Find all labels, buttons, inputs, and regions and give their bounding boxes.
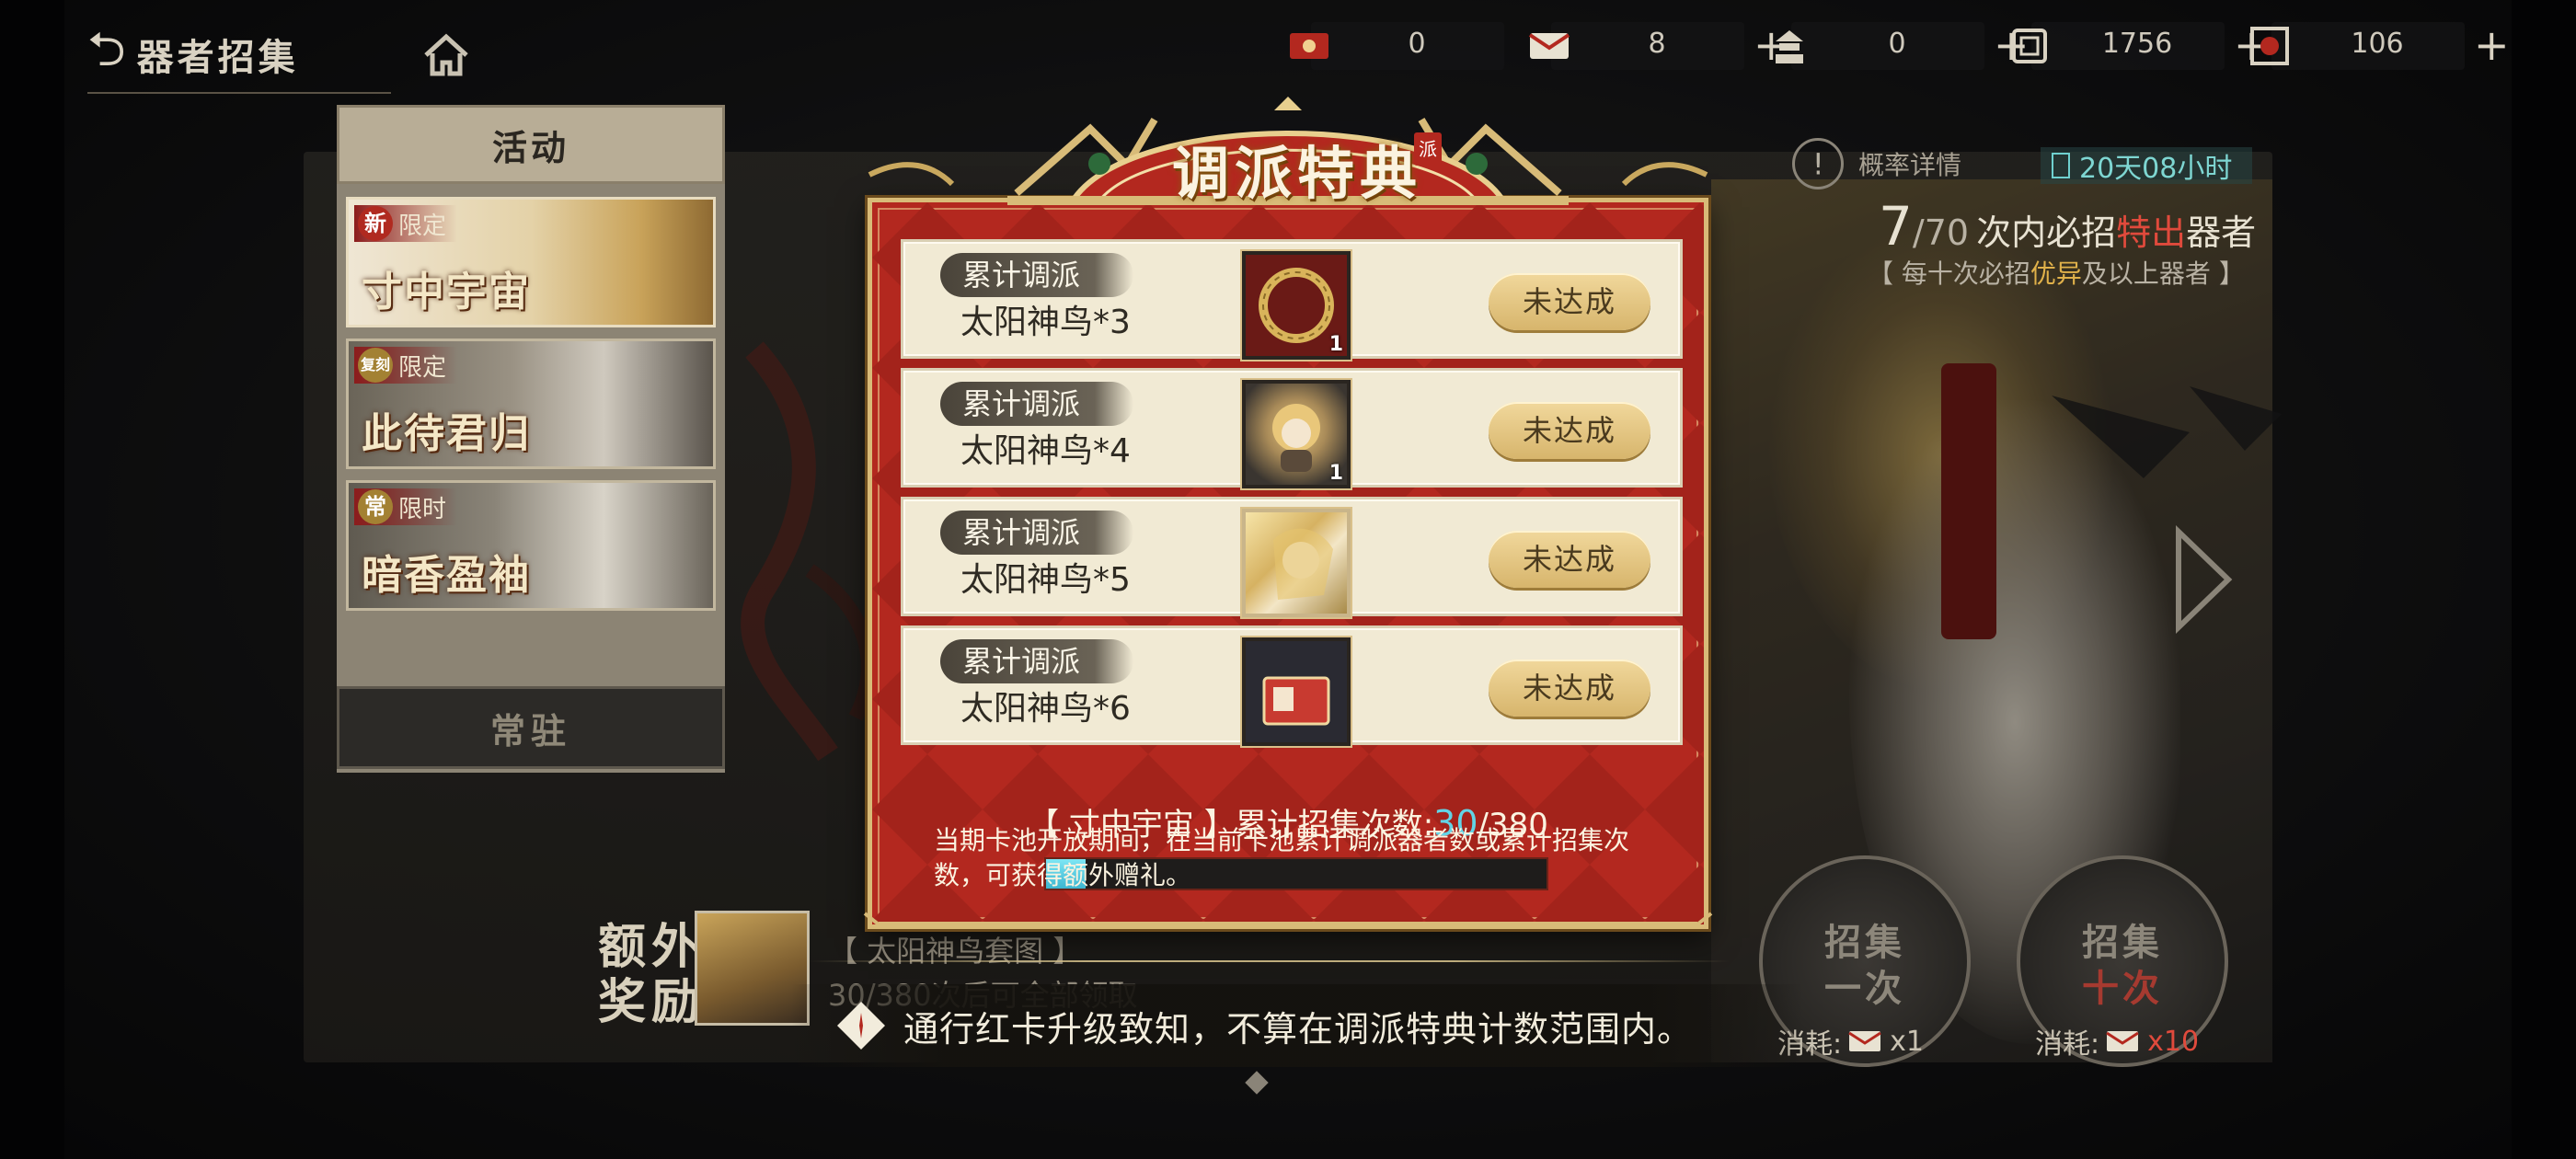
currency-seal-coin: 1756 +: [2004, 18, 2270, 74]
character-portrait-icon: [1273, 528, 1333, 600]
banner-name: 寸中宇宙: [362, 269, 531, 316]
modal-title: 调派特典: [1171, 140, 1422, 207]
pagoda-token-icon: [1764, 20, 1815, 72]
back-arrow-icon: ⮌: [87, 21, 126, 77]
reward-condition: 太阳神鸟*6: [960, 690, 1131, 728]
page-title: 器者招集: [136, 36, 299, 79]
pity-subtext: 【 每十次必招优异及以上器者 】: [1868, 258, 2245, 289]
reward-list[interactable]: 累计调派 太阳神鸟*3 1 未达成 累计调派 太阳神鸟*4 1 未达成 累计调派…: [901, 239, 1683, 809]
currency-value: 0: [1408, 28, 1426, 60]
crystal-icon: [2244, 20, 2295, 72]
reward-row: 累计调派 太阳神鸟*5 未达成: [901, 497, 1683, 617]
pity-total: 70: [1924, 212, 1970, 253]
reward-type-chip: 累计调派: [940, 511, 1133, 555]
reward-condition: 太阳神鸟*4: [960, 432, 1131, 470]
home-icon[interactable]: [419, 28, 474, 83]
modal-bottom-ornament: [863, 912, 1713, 927]
notice-star-icon: [835, 1000, 887, 1051]
status-not-reached-button[interactable]: 未达成: [1489, 660, 1650, 717]
seal-coin-icon: [2004, 20, 2055, 72]
banner-tag: 新限定: [354, 205, 458, 242]
currency-pagoda-token: 0 +: [1764, 18, 2030, 74]
reward-item-chibi[interactable]: 1: [1242, 380, 1351, 488]
envelope-ticket-icon: [1524, 20, 1575, 72]
permanent-seal-icon: 常: [358, 489, 393, 524]
banner-tag: 复刻 限定: [354, 347, 458, 384]
event-banner-list: 新限定 寸中宇宙 复刻 限定 此待君归 常限时 暗香盈袖: [337, 184, 725, 773]
currency-crystal: 106 +: [2244, 18, 2510, 74]
currency-envelope-ticket: 8 +: [1524, 18, 1789, 74]
banner-item-selected[interactable]: 新限定 寸中宇宙: [346, 197, 716, 327]
currency-value: 106: [2351, 28, 2404, 60]
banner-item[interactable]: 常限时 暗香盈袖: [346, 480, 716, 611]
envelope-ticket-icon: [2106, 1031, 2139, 1051]
event-timer: 20天08小时: [2041, 147, 2252, 185]
reward-condition: 太阳神鸟*3: [960, 304, 1131, 341]
reward-row: 累计调派 太阳神鸟*3 1 未达成: [901, 239, 1683, 360]
title-stamp: 派: [1414, 132, 1442, 166]
reward-row: 累计调派 太阳神鸟*4 1 未达成: [901, 368, 1683, 488]
reward-type-chip: 累计调派: [940, 382, 1133, 426]
envelope-ticket-icon: [1848, 1031, 1881, 1051]
pull-ten-cost: 消耗: x10: [2035, 1025, 2200, 1061]
banner-tag: 常限时: [354, 488, 458, 525]
timer-value: 20天08小时: [2079, 153, 2233, 185]
dispatch-bonus-modal: 调派特典 派 累计调派 太阳神鸟*3 1 未达成 累计调派 太阳神鸟*4 1 未…: [851, 92, 1725, 947]
hourglass-icon: [2052, 153, 2070, 178]
extra-reward-label: 额外 奖励: [598, 919, 706, 1030]
id-card-icon: [1262, 676, 1330, 726]
reward-item-portrait[interactable]: [1242, 509, 1351, 617]
currency-red-ticket: 0: [1283, 18, 1504, 74]
rate-details-link[interactable]: ! 概率详情: [1781, 127, 1962, 201]
rate-details-label: 概率详情: [1858, 150, 1962, 180]
tab-event[interactable]: 活动: [337, 105, 725, 184]
status-not-reached-button[interactable]: 未达成: [1489, 273, 1650, 330]
reward-row: 累计调派 太阳神鸟*6 未达成: [901, 625, 1683, 746]
banner-sidebar: 活动 新限定 寸中宇宙 复刻 限定 此待君归 常限时 暗香盈袖 常驻: [337, 105, 725, 786]
back-button[interactable]: ⮌ 器者招集: [87, 17, 391, 94]
tab-permanent-label: 常驻: [489, 709, 571, 752]
tab-permanent[interactable]: 常驻: [337, 686, 725, 769]
new-seal-icon: 新: [358, 206, 393, 241]
pity-current: 7: [1879, 195, 1913, 258]
toast-text: 通行红卡升级致知，不算在调派特典计数范围内。: [903, 1008, 1694, 1050]
currency-value: 8: [1648, 28, 1666, 60]
banner-name: 暗香盈袖: [362, 552, 531, 599]
next-banner-arrow-icon[interactable]: [2171, 524, 2236, 635]
divider: [810, 960, 1730, 962]
currency-value: 1756: [2101, 28, 2173, 60]
pity-counter: 7 /70 次内必招特出器者: [1879, 195, 2257, 258]
reward-condition: 太阳神鸟*5: [960, 561, 1131, 599]
reward-item-card[interactable]: [1242, 637, 1351, 746]
currency-value: 0: [1888, 28, 1906, 60]
exclamation-icon: !: [1781, 127, 1855, 201]
banner-item[interactable]: 复刻 限定 此待君归: [346, 339, 716, 469]
status-not-reached-button[interactable]: 未达成: [1489, 402, 1650, 459]
reward-type-chip: 累计调派: [940, 253, 1133, 297]
reward-type-chip: 累计调派: [940, 639, 1133, 683]
modal-description: 当期卡池开放期间，在当前卡池累计调派器者数或累计招集次数，可获得额外赠礼。: [934, 825, 1630, 890]
pull-ten-button[interactable]: 招集 十次 消耗: x10: [2017, 855, 2228, 1067]
tab-event-label: 活动: [491, 126, 569, 168]
toast-notification: 通行红卡升级致知，不算在调派特典计数范围内。: [791, 984, 1803, 1067]
add-crystal-button[interactable]: +: [2474, 20, 2510, 70]
banner-name: 此待君归: [362, 410, 531, 457]
rerun-seal-icon: 复刻: [358, 348, 393, 383]
status-not-reached-button[interactable]: 未达成: [1489, 531, 1650, 588]
reward-item-ring[interactable]: 1: [1242, 251, 1351, 360]
red-ticket-icon: [1283, 20, 1335, 72]
